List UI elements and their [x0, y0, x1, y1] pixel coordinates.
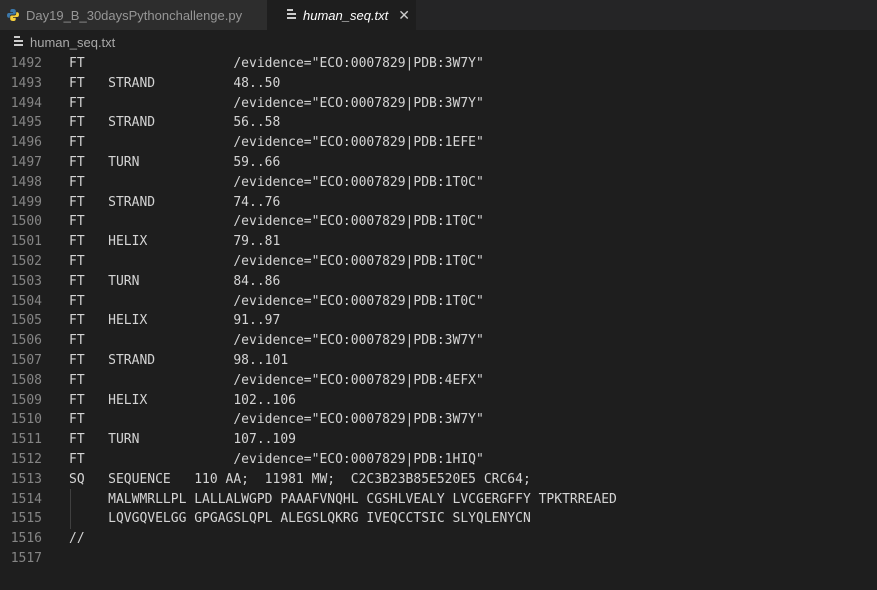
line-number: 1497: [10, 155, 42, 170]
line-text: FT HELIX 79..81: [69, 234, 281, 250]
line-text: FT TURN 84..86: [69, 273, 281, 289]
line-number: 1493: [10, 75, 42, 91]
line-number: 1499: [10, 194, 42, 210]
code-editor[interactable]: 1492 FT /evidence="ECO:0007829|PDB:3W7Y" 1…: [0, 54, 877, 590]
line-number: 1502: [10, 254, 42, 269]
line-text: FT /evidence="ECO:0007829|PDB:1T0C": [69, 254, 484, 269]
line-number: 1492: [10, 56, 42, 71]
line-number: 1511: [10, 432, 42, 448]
line-number: 1507: [10, 353, 42, 368]
line-number: 1494: [10, 95, 42, 111]
python-icon: [6, 8, 20, 22]
line-text: FT /evidence="ECO:0007829|PDB:1T0C": [69, 174, 484, 190]
tab-text-file[interactable]: human_seq.txt ✕: [267, 0, 416, 30]
text-file-icon: [287, 8, 297, 23]
line-text: LQVGQVELGG GPGAGSLQPL ALEGSLQKRG IVEQCCT…: [69, 511, 531, 527]
line-text: FT /evidence="ECO:0007829|PDB:3W7Y": [69, 56, 484, 71]
line-number: 1508: [10, 372, 42, 388]
line-text: FT /evidence="ECO:0007829|PDB:1T0C": [69, 214, 484, 230]
close-icon[interactable]: ✕: [398, 7, 410, 24]
line-text: FT STRAND 56..58: [69, 115, 281, 131]
line-number: 1495: [10, 115, 42, 131]
line-text: FT /evidence="ECO:0007829|PDB:1EFE": [69, 135, 484, 151]
line-text: FT /evidence="ECO:0007829|PDB:3W7Y": [69, 333, 484, 349]
line-number: 1504: [10, 293, 42, 309]
line-text: FT STRAND 48..50: [69, 75, 281, 91]
editor-tab-bar: Day19_B_30daysPythonchallenge.py human_s…: [0, 0, 877, 30]
line-number: 1500: [10, 214, 42, 230]
line-number: 1498: [10, 174, 42, 190]
line-text: //: [69, 531, 85, 547]
breadcrumb-file-label: human_seq.txt: [30, 34, 116, 50]
line-text: FT /evidence="ECO:0007829|PDB:3W7Y": [69, 412, 484, 428]
line-number: 1514: [10, 491, 42, 507]
line-text: FT HELIX 102..106: [69, 392, 296, 408]
line-text: FT TURN 107..109: [69, 432, 296, 448]
line-number: 1512: [10, 452, 42, 467]
line-text: FT /evidence="ECO:0007829|PDB:4EFX": [69, 372, 484, 388]
line-text: MALWMRLLPL LALLALWGPD PAAAFVNQHL CGSHLVE…: [69, 491, 617, 507]
line-text: SQ SEQUENCE 110 AA; 11981 MW; C2C3B23B85…: [69, 471, 531, 487]
line-number: 1505: [10, 313, 42, 329]
line-text: FT /evidence="ECO:0007829|PDB:3W7Y": [69, 95, 484, 111]
line-number: 1516: [10, 531, 42, 547]
line-number: 1517: [10, 551, 42, 566]
line-number: 1510: [10, 412, 42, 428]
line-text: FT STRAND 74..76: [69, 194, 281, 210]
line-number: 1501: [10, 234, 42, 250]
line-number: 1513: [10, 471, 42, 487]
line-number: 1496: [10, 135, 42, 151]
tab-python-file[interactable]: Day19_B_30daysPythonchallenge.py: [0, 0, 267, 30]
line-text: FT STRAND 98..101: [69, 353, 289, 368]
breadcrumb[interactable]: human_seq.txt: [0, 31, 877, 53]
tab-label: human_seq.txt: [303, 7, 389, 23]
line-number: 1503: [10, 273, 42, 289]
line-number: 1509: [10, 392, 42, 408]
line-text: FT /evidence="ECO:0007829|PDB:1HIQ": [69, 452, 484, 467]
tab-bar-empty-area: [416, 0, 877, 30]
line-number: 1515: [10, 511, 42, 527]
text-file-icon: [14, 35, 24, 50]
line-number: 1506: [10, 333, 42, 349]
tab-label: Day19_B_30daysPythonchallenge.py: [26, 7, 243, 23]
line-text: FT /evidence="ECO:0007829|PDB:1T0C": [69, 293, 484, 309]
line-text: FT TURN 59..66: [69, 155, 281, 170]
line-text: FT HELIX 91..97: [69, 313, 281, 329]
